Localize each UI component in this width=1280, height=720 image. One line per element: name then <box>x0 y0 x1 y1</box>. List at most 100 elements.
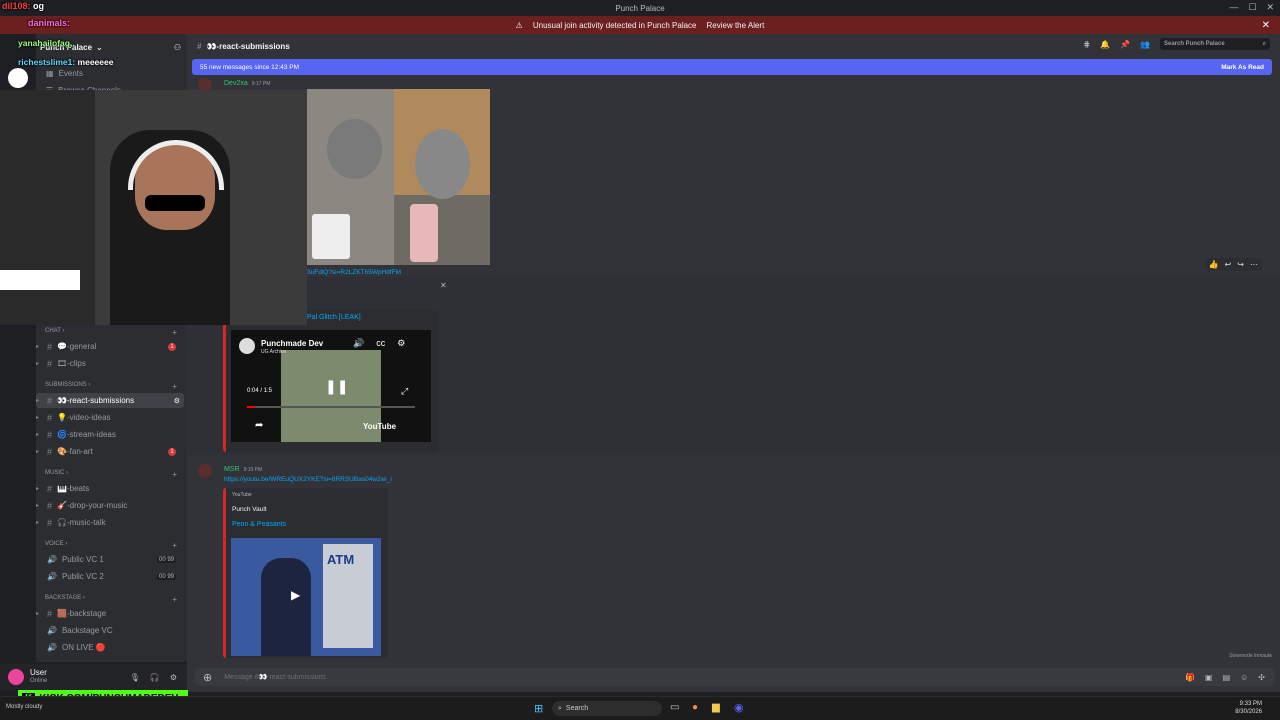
browser-icon[interactable]: ● <box>692 702 698 713</box>
start-icon[interactable]: ⊞ <box>534 702 543 715</box>
channel-stream-ideas[interactable]: ▸ # 🌀-stream-ideas <box>36 427 184 442</box>
channel-react-submissions[interactable]: ▸ # 👀-react-submissions ⚙ <box>36 393 184 408</box>
message-time: 9:17 PM <box>251 81 271 87</box>
avatar[interactable] <box>198 464 212 478</box>
folder-icon[interactable]: ▆ <box>712 702 720 713</box>
message-author[interactable]: Dev2xa <box>224 80 248 87</box>
message-link[interactable]: https://youtu.be/WREuQUX2YKE?si=8RRSUBas… <box>224 476 392 483</box>
alert-text: Unusual join activity detected in Punch … <box>532 20 697 30</box>
video-thumbnail[interactable]: ATM ▶ <box>231 538 381 656</box>
pin-icon[interactable]: 📌 <box>1120 40 1130 49</box>
add-channel-icon[interactable]: + <box>172 595 177 604</box>
add-channel-icon[interactable]: + <box>172 382 177 391</box>
embed-site: YouTube <box>232 492 252 498</box>
taskbar-search[interactable]: ⌕ Search <box>552 701 662 716</box>
voice-on-live[interactable]: 🔊 ON LIVE 🔴 <box>36 640 184 655</box>
sidebar-item-events[interactable]: ▦ Events <box>46 66 194 81</box>
category-backstage[interactable]: BACKSTAGE › + <box>45 595 183 604</box>
system-clock[interactable]: 9:33 PM 8/30/2026 <box>1235 700 1262 716</box>
fullscreen-icon[interactable]: ⤢ <box>401 386 408 397</box>
channel-backstage[interactable]: ▸ # 🟫-backstage <box>36 606 184 621</box>
reaction-icon[interactable]: 👍 <box>1209 260 1219 269</box>
play-icon[interactable]: ▶ <box>291 588 300 602</box>
category-submissions[interactable]: SUBMISSIONS › + <box>45 382 183 391</box>
add-channel-icon[interactable]: + <box>172 541 177 550</box>
alert-bar: ⚠ Unusual join activity detected in Punc… <box>0 16 1280 34</box>
video-player[interactable]: Punchmade Dev UG Archive 🔊 cc ⚙ 0:04 / 1… <box>231 330 431 442</box>
slowmode-text: Slowmode Inmaute <box>1229 653 1272 659</box>
embed-title[interactable]: Peon & Peasants <box>232 521 286 528</box>
video-progress[interactable] <box>247 406 415 408</box>
maximize-icon[interactable]: ☐ <box>1248 2 1256 13</box>
channel-beats[interactable]: ▸ # 🎹-beats <box>36 481 184 496</box>
gear-icon[interactable]: ⚙ <box>397 338 405 349</box>
add-channel-icon[interactable]: + <box>172 470 177 479</box>
channel-avatar[interactable] <box>239 338 255 354</box>
discord-icon[interactable]: ◉ <box>734 701 744 714</box>
message-composer[interactable]: ⊕ Message #👀-react-submissions 🎁 ▣ ▤ ☺ ✣ <box>195 668 1275 686</box>
calendar-icon: ▦ <box>46 69 54 78</box>
headphones-icon[interactable]: 🎧 <box>150 673 160 682</box>
channel-clips[interactable]: ▸ # 🎞-clips <box>36 356 184 371</box>
avatar[interactable] <box>8 669 24 685</box>
forward-icon[interactable]: ↪ <box>1237 260 1244 269</box>
captions-icon[interactable]: cc <box>376 338 385 349</box>
channel-title: 👀-react-submissions <box>206 41 290 51</box>
chat-overlay-line: yanahailofag.. <box>18 38 75 48</box>
gift-icon[interactable]: 🎁 <box>1185 673 1195 682</box>
volume-icon[interactable]: 🔊 <box>353 338 364 349</box>
microphone-icon[interactable]: 🎙 <box>130 673 140 682</box>
add-channel-icon[interactable]: + <box>172 328 177 337</box>
alert-icon: ⚠ <box>515 20 523 30</box>
window-title: Punch Palace <box>615 3 665 13</box>
channel-general[interactable]: ▸ # 💬-general 1 <box>36 339 184 354</box>
settings-icon[interactable]: ⚙ <box>174 397 180 405</box>
category-chat[interactable]: CHAT › + <box>45 328 183 337</box>
category-voice[interactable]: VOICE › + <box>45 541 183 550</box>
add-user-icon[interactable]: ⚇ <box>174 43 181 52</box>
reply-icon[interactable]: ↩ <box>1225 260 1232 269</box>
message-header: MSR 9:19 PM <box>224 464 262 473</box>
new-messages-bar[interactable]: 55 new messages since 12:43 PM Mark As R… <box>192 59 1272 75</box>
pause-icon[interactable]: ❚❚ <box>325 378 348 395</box>
add-attachment-icon[interactable]: ⊕ <box>203 671 212 684</box>
threads-icon[interactable]: ⋕ <box>1083 40 1090 49</box>
close-icon[interactable]: ✕ <box>1266 2 1274 13</box>
hash-icon: # <box>47 608 53 619</box>
voice-public-vc-2[interactable]: 🔊 Public VC 2 00 99 <box>36 569 184 584</box>
review-alert-link[interactable]: Review the Alert <box>707 21 765 30</box>
channel-video-ideas[interactable]: ▸ # 💡-video-ideas <box>36 410 184 425</box>
apps-icon[interactable]: ✣ <box>1258 673 1265 682</box>
share-icon[interactable]: ➦ <box>255 420 263 431</box>
embed-author[interactable]: Punch Vault <box>232 506 267 513</box>
message-author[interactable]: MSR <box>224 466 240 473</box>
emoji-icon[interactable]: ☺ <box>1240 673 1248 682</box>
notification-icon[interactable]: 🔔 <box>1100 40 1110 49</box>
close-alert-icon[interactable]: ✕ <box>1262 20 1270 31</box>
channel-drop-your-music[interactable]: ▸ # 🎸-drop-your-music <box>36 498 184 513</box>
channel-music-talk[interactable]: ▸ # 🎧-music-talk <box>36 515 184 530</box>
mark-as-read-button[interactable]: Mark As Read <box>1221 64 1264 71</box>
minimize-icon[interactable]: — <box>1229 2 1238 13</box>
members-icon[interactable]: 👥 <box>1140 40 1150 49</box>
category-music[interactable]: MUSIC › + <box>45 470 183 479</box>
youtube-logo[interactable]: YouTube <box>363 422 396 431</box>
weather-text[interactable]: Mostly cloudy <box>6 704 42 710</box>
meme-image[interactable] <box>307 89 490 265</box>
message-input[interactable]: Message #👀-react-submissions <box>224 673 326 681</box>
channel-fan-art[interactable]: ▸ # 🎨-fan-art 1 <box>36 444 184 459</box>
server-icon[interactable] <box>8 68 28 88</box>
embed-title[interactable]: Pal Glitch [LEAK] <box>307 314 361 321</box>
search-icon: ⌕ <box>1262 40 1266 47</box>
file-explorer-icon[interactable]: ▭ <box>670 702 679 713</box>
sticker-icon[interactable]: ▤ <box>1223 673 1231 682</box>
more-icon[interactable]: ⋯ <box>1250 260 1258 269</box>
search-input[interactable]: Search Punch Palace ⌕ <box>1160 38 1270 50</box>
message-link[interactable]: 3uFdlQ?si=R2LZKTh5WpHdfFM <box>307 269 401 276</box>
voice-backstage-vc[interactable]: 🔊 Backstage VC <box>36 623 184 638</box>
settings-icon[interactable]: ⚙ <box>170 673 177 682</box>
voice-public-vc-1[interactable]: 🔊 Public VC 1 00 99 <box>36 552 184 567</box>
gif-icon[interactable]: ▣ <box>1205 673 1213 682</box>
video-channel[interactable]: Punchmade Dev <box>261 339 323 348</box>
close-embed-icon[interactable]: ✕ <box>440 281 447 290</box>
